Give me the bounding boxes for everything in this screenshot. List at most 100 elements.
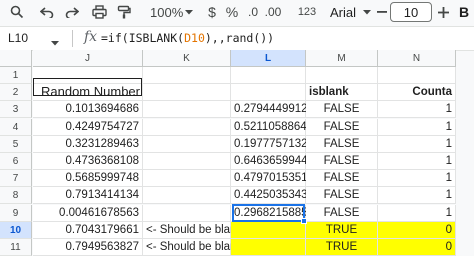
cell-k9[interactable] [143,205,231,222]
column-header-j[interactable]: J [33,50,143,67]
font-size-increase-icon[interactable] [436,2,450,22]
cell-l5[interactable]: 0.1977757132 [231,136,308,153]
cell-j11[interactable]: 0.7949563827 [33,239,143,256]
cell-k11[interactable]: <- Should be blank [143,239,242,256]
paint-format-icon[interactable] [115,2,133,22]
font-size-field[interactable]: 10 [390,2,432,22]
column-header-m[interactable]: M [306,50,378,67]
cell-m8[interactable]: FALSE [306,187,378,204]
name-box[interactable]: L10 [8,31,28,45]
cell-n1[interactable] [378,67,456,84]
row-header-6[interactable]: 6 [0,153,32,170]
cell-n4[interactable]: 1 [378,119,456,136]
font-name: Arial [330,4,357,20]
cell-n10[interactable]: 0 [378,222,456,239]
cell-j1[interactable] [33,67,143,84]
row-header-9[interactable]: 9 [0,205,32,222]
font-dropdown-icon[interactable] [362,2,372,22]
cell-j8[interactable]: 0.7913414134 [33,187,143,204]
redo-icon[interactable] [63,2,81,22]
cell-m2[interactable]: isblank [306,84,378,101]
cell-n5[interactable]: 1 [378,136,456,153]
cell-j4[interactable]: 0.4249754727 [33,119,143,136]
cell-n8[interactable]: 1 [378,187,456,204]
cell-k7[interactable] [143,170,231,187]
cell-k10[interactable]: <- Should be blank [143,222,242,239]
toolbar: 100% $ % .0 .00 123 Arial 10 B [0,0,474,26]
cell-m10[interactable]: TRUE [306,222,378,239]
row-header-10[interactable]: 10 [0,222,32,239]
undo-icon[interactable] [38,2,56,22]
zoom-value: 100% [150,4,184,20]
cell-m11[interactable]: TRUE [306,239,378,256]
row-header-2[interactable]: 2 [0,84,32,101]
cell-k5[interactable] [143,136,231,153]
cell-l7[interactable]: 0.4797015351 [231,170,308,187]
cell-l1[interactable] [231,67,306,84]
cell-l3[interactable]: 0.2794449912 [231,101,308,118]
formula-cell-reference: D10 [184,31,205,45]
cell-n2[interactable]: Counta [378,84,456,101]
fill-handle[interactable] [301,218,307,224]
row-header-3[interactable]: 3 [0,101,32,118]
cell-l8[interactable]: 0.4425035343 [231,187,308,204]
column-header-l[interactable]: L [231,50,306,67]
percent-icon[interactable]: % [225,2,239,22]
cell-l10[interactable] [231,222,306,239]
cell-k1[interactable] [143,67,231,84]
decrease-decimal-button[interactable]: .0 [244,2,262,22]
cell-n11[interactable]: 0 [378,239,456,256]
print-icon[interactable] [90,2,108,22]
name-box-dropdown-icon[interactable] [51,33,59,51]
bold-icon[interactable]: B [456,2,472,22]
search-icon[interactable] [8,2,26,22]
cell-m6[interactable]: FALSE [306,153,378,170]
cell-n9[interactable]: 1 [378,205,456,222]
formula-input[interactable]: =if(ISBLANK(D10),,rand()) [101,31,274,45]
row-header-1[interactable]: 1 [0,67,32,84]
cell-j7[interactable]: 0.5685999748 [33,170,143,187]
row-header-4[interactable]: 4 [0,119,32,136]
cell-m9[interactable]: FALSE [306,205,378,222]
row-header-5[interactable]: 5 [0,136,32,153]
cell-n7[interactable]: 1 [378,170,456,187]
zoom-dropdown-icon[interactable] [184,2,194,22]
fx-icon: fx [84,29,98,45]
cell-j6[interactable]: 0.4736368108 [33,153,143,170]
more-formats-button[interactable]: 123 [296,2,318,22]
formula-bar-divider [72,30,73,47]
cell-n3[interactable]: 1 [378,101,456,118]
cell-k2[interactable] [143,84,231,101]
currency-icon[interactable]: $ [205,2,219,22]
cell-l6[interactable]: 0.6463659944 [231,153,308,170]
cell-j5[interactable]: 0.3231289463 [33,136,143,153]
row-header-11[interactable]: 11 [0,239,32,256]
cell-l4[interactable]: 0.5211058864 [231,119,307,136]
column-header-k[interactable]: K [143,50,231,67]
row-header-7[interactable]: 7 [0,170,32,187]
select-all-corner[interactable] [0,50,32,67]
formula-bar: L10 fx =if(ISBLANK(D10),,rand()) [0,26,474,51]
cell-l11[interactable] [231,239,306,256]
cell-n6[interactable]: 1 [378,153,456,170]
cell-m1[interactable] [306,67,378,84]
cell-l9[interactable]: 0.2968215885 [231,205,308,222]
row-header-8[interactable]: 8 [0,187,32,204]
cell-k8[interactable] [143,187,231,204]
cell-j2[interactable]: Random Number [33,84,143,101]
cell-l2[interactable] [231,84,306,101]
font-size-decrease-icon[interactable] [376,2,388,22]
cell-j3[interactable]: 0.1013694686 [33,101,143,118]
increase-decimal-button[interactable]: .00 [262,2,284,22]
cell-j9[interactable]: 0.00461678563 [33,205,143,222]
cell-m3[interactable]: FALSE [306,101,378,118]
cell-m4[interactable]: FALSE [306,119,378,136]
zoom-select[interactable]: 100% [150,2,184,22]
cell-k4[interactable] [143,119,231,136]
cell-j10[interactable]: 0.7043179661 [33,222,143,239]
cell-m5[interactable]: FALSE [306,136,378,153]
cell-k6[interactable] [143,153,231,170]
column-header-n[interactable]: N [378,50,456,67]
cell-k3[interactable] [143,101,231,118]
cell-m7[interactable]: FALSE [306,170,378,187]
